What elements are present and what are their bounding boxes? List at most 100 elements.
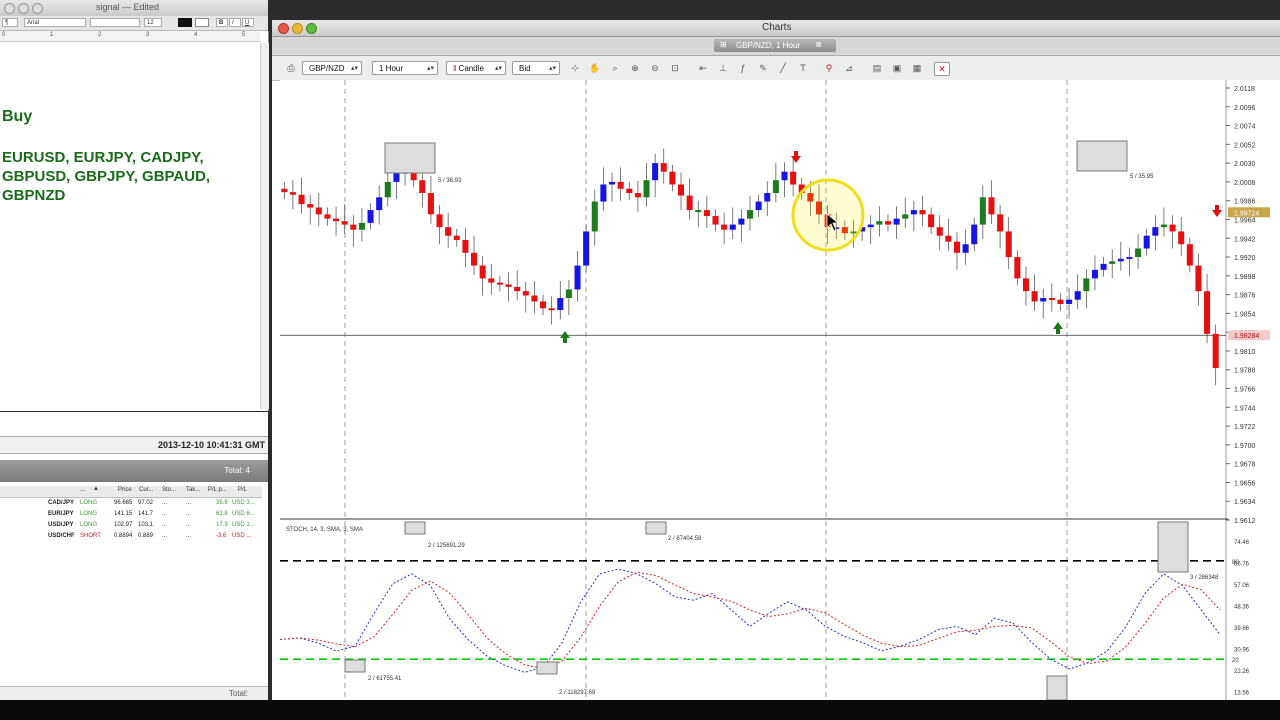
bold-icon[interactable]: B <box>216 18 228 27</box>
candle-body <box>669 171 676 185</box>
ruler-mark: 1 <box>50 32 54 38</box>
axis-icon[interactable]: ⊥ <box>716 62 730 74</box>
candle-body <box>1212 333 1219 369</box>
tab-close-icon[interactable]: ⊗ <box>815 40 822 49</box>
charts-titlebar: Charts <box>272 20 1280 37</box>
shift-icon[interactable]: ⇤ <box>696 62 710 74</box>
tick-label: 2.0030 <box>1234 161 1256 168</box>
candle-body <box>1186 244 1193 266</box>
cell-plp: 35.8 <box>216 500 228 506</box>
drawing-icon[interactable]: ✎ <box>756 62 770 74</box>
candle-body <box>298 194 305 205</box>
text-color-swatch[interactable] <box>178 18 192 27</box>
template-icon[interactable]: ▤ <box>870 62 884 74</box>
table-row[interactable]: USD/JPY LONG 102.97 103.1...... 17.9 USD 1... <box>0 521 262 531</box>
candle-body <box>660 163 667 172</box>
cell-stop: ... <box>162 500 168 506</box>
candle-body <box>936 227 943 236</box>
col-header-stop[interactable]: Sto... <box>162 487 176 493</box>
instrument-select[interactable]: GBP/NZD ▴▾ <box>302 61 362 75</box>
save-image-icon[interactable]: ▣ <box>890 62 904 74</box>
table-icon[interactable]: ▦ <box>910 62 924 74</box>
chart-tab[interactable]: ⊞ GBP/NZD, 1 Hour ⊗ <box>714 39 836 52</box>
tick-label: 1.9700 <box>1234 443 1256 450</box>
col-header-instrument[interactable]: ... <box>80 487 85 493</box>
minimize-icon[interactable] <box>18 3 29 14</box>
candle-body <box>350 224 357 230</box>
highlight-color-swatch[interactable] <box>195 18 209 27</box>
positions-footer-total: Total: <box>228 689 248 698</box>
stoch-box-marker <box>1046 675 1068 700</box>
col-header-price[interactable]: Price <box>118 487 132 493</box>
underline-icon[interactable]: U <box>242 18 254 27</box>
alert-icon[interactable]: ⚲ <box>822 62 836 74</box>
candle-body <box>1109 261 1116 264</box>
minimize-icon[interactable] <box>292 23 303 34</box>
candle-body <box>721 224 728 230</box>
close-icon[interactable] <box>278 23 289 34</box>
table-row[interactable]: EUR/JPY LONG 141.15 141.7...... 62.8 USD 6... <box>0 510 262 520</box>
editor-titlebar: signal — Edited <box>0 0 268 17</box>
candle-body <box>703 210 710 217</box>
zoom-icon[interactable]: ⌕ <box>608 62 622 74</box>
tick-label: 2.0052 <box>1234 142 1256 149</box>
editor-document[interactable]: 0 1 2 3 4 5 Buy EURUSD, EURJPY, CADJPY, … <box>0 31 269 411</box>
zoom-icon[interactable] <box>32 3 43 14</box>
zoom-fit-icon[interactable]: ⊡ <box>668 62 682 74</box>
cell-take: ... <box>186 511 192 517</box>
font-size-select[interactable]: 12 <box>144 18 162 27</box>
zoom-icon[interactable] <box>306 23 317 34</box>
cell-plp: 17.9 <box>216 522 228 528</box>
candle-body <box>445 227 452 236</box>
candle-body <box>902 214 909 219</box>
italic-icon[interactable]: I <box>229 18 241 27</box>
candle-body <box>341 221 348 225</box>
pin-icon[interactable]: ✕ <box>934 62 950 76</box>
paragraph-style-icon[interactable]: ¶ <box>2 18 18 27</box>
chart-area[interactable]: 2.0118 2.0096 2.0074 2.0052 2.0030 2.0008 1.99… <box>280 80 1280 700</box>
candle-body <box>540 301 547 309</box>
cell-current: 0.889 <box>138 533 154 539</box>
price-side-select[interactable]: Bid ▴▾ <box>512 61 560 75</box>
candle-body <box>427 193 434 215</box>
crosshair-icon[interactable]: ⊹ <box>568 62 582 74</box>
cell-pair: USD/CHF <box>48 533 75 539</box>
order-icon[interactable]: ⊿ <box>842 62 856 74</box>
print-icon[interactable]: ⎙ <box>284 62 298 74</box>
chart-style-select[interactable]: ‖ Candle ▴▾ <box>446 61 506 75</box>
col-header-current[interactable]: Cur... <box>139 487 153 493</box>
cell-current: 97.02 <box>138 500 154 506</box>
price-side-value: Bid <box>519 64 531 73</box>
candle-body <box>928 214 935 228</box>
candle-body <box>884 221 891 225</box>
candle-body <box>358 222 365 230</box>
candle-body <box>781 171 788 181</box>
cell-plp: -3.6 <box>216 533 227 539</box>
tick-label: 1.9810 <box>1234 349 1256 356</box>
editor-scrollbar[interactable] <box>260 43 269 409</box>
candle-body <box>1117 258 1124 262</box>
zoom-out-icon[interactable]: ⊖ <box>648 62 662 74</box>
line-icon[interactable]: ╱ <box>776 62 790 74</box>
col-header-take[interactable]: Tak... <box>186 487 200 493</box>
col-header-pl[interactable]: P/L <box>238 487 247 493</box>
candle-body <box>1178 231 1185 245</box>
candle-body <box>876 221 883 225</box>
table-row[interactable]: CAD/JPY LONG 96.665 97.02...... 35.8 USD 3... <box>0 499 262 509</box>
table-row[interactable]: USD/CHF SHORT 0.8894 0.889...... -3.6 USD ... <box>0 532 262 542</box>
candle-body <box>979 197 986 225</box>
candle-body <box>988 197 995 215</box>
tick-label: 1.9766 <box>1234 387 1256 394</box>
indicator-icon[interactable]: ƒ <box>736 62 750 74</box>
candle-body <box>686 195 693 211</box>
close-icon[interactable] <box>4 3 15 14</box>
font-family-select[interactable]: Arial <box>24 18 86 27</box>
chart-tab-icon: ⊞ <box>720 40 727 49</box>
zoom-in-icon[interactable]: ⊕ <box>628 62 642 74</box>
cell-take: ... <box>186 522 192 528</box>
hand-icon[interactable]: ✋ <box>588 62 602 74</box>
col-header-pl-pips[interactable]: P/L p... <box>208 487 227 493</box>
text-icon[interactable]: T <box>796 62 810 74</box>
font-style-select[interactable] <box>90 18 140 27</box>
period-select[interactable]: 1 Hour ▴▾ <box>372 61 438 75</box>
